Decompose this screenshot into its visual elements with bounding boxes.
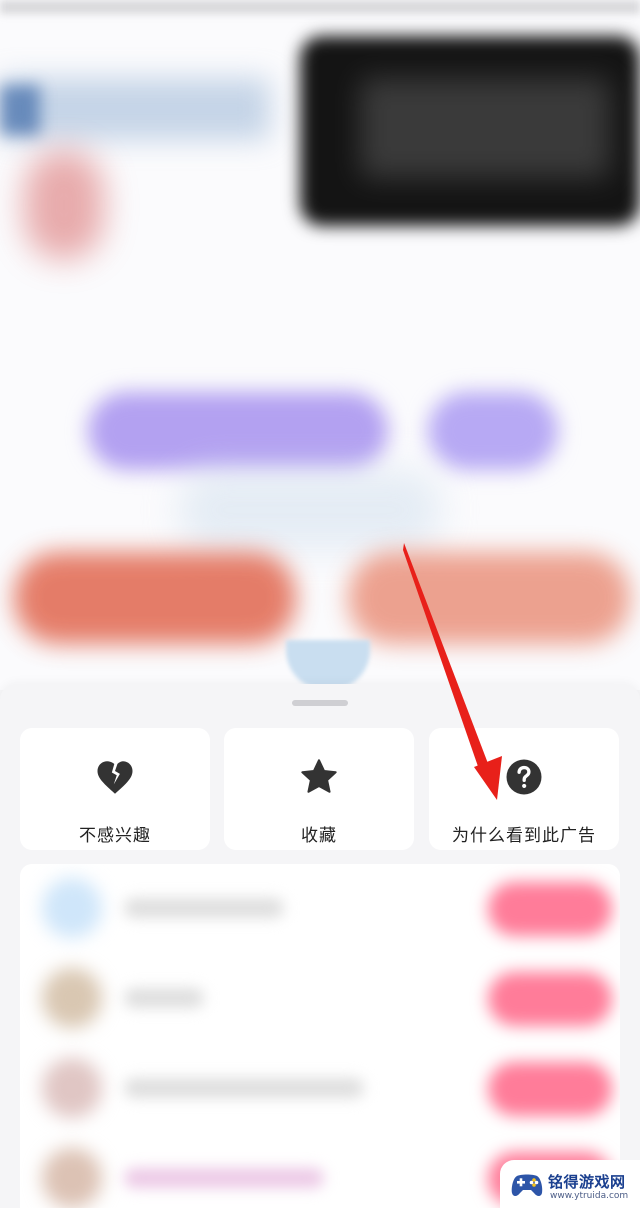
blurred-banner — [0, 78, 270, 140]
blurred-list-button — [488, 1062, 612, 1116]
gamepad-logo-icon — [511, 1174, 543, 1196]
blurred-list-button — [488, 882, 612, 936]
blurred-list-text — [124, 988, 204, 1008]
screen: 不感兴趣 收藏 为什么看到此广告 铭得游戏网 www.ytruida.com — [0, 0, 640, 1208]
favorite-label: 收藏 — [301, 826, 337, 846]
blurred-list-avatar — [42, 1148, 102, 1208]
blurred-purple-button — [88, 392, 388, 470]
blurred-list-text — [124, 898, 284, 918]
watermark-site-url: www.ytruida.com — [550, 1191, 629, 1201]
not-interested-label: 不感兴趣 — [79, 826, 151, 846]
blurred-mascot — [286, 640, 370, 690]
blurred-recommend-list — [20, 864, 620, 1208]
question-icon — [506, 759, 542, 795]
not-interested-button[interactable]: 不感兴趣 — [20, 728, 210, 850]
blurred-purple-button-small — [428, 392, 558, 470]
list-item — [20, 1044, 620, 1132]
blurred-red-button-left — [14, 552, 296, 644]
blurred-light-shape — [180, 470, 440, 550]
sheet-drag-handle[interactable] — [292, 700, 348, 706]
blurred-list-button — [488, 972, 612, 1026]
watermark: 铭得游戏网 www.ytruida.com — [500, 1160, 640, 1208]
blurred-banner-accent — [0, 85, 40, 135]
blurred-red-button-right — [348, 552, 630, 644]
blurred-video-text — [360, 78, 610, 178]
watermark-site-name: 铭得游戏网 — [548, 1173, 626, 1191]
blurred-list-avatar — [42, 1058, 102, 1118]
why-this-ad-button[interactable]: 为什么看到此广告 — [429, 728, 619, 850]
list-item — [20, 954, 620, 1042]
why-this-ad-label: 为什么看到此广告 — [452, 826, 596, 846]
status-bar — [0, 0, 640, 14]
blurred-list-text — [124, 1168, 324, 1188]
blurred-list-text — [124, 1078, 364, 1098]
star-icon — [301, 759, 337, 793]
blurred-list-avatar — [42, 878, 102, 938]
ad-options-sheet: 不感兴趣 收藏 为什么看到此广告 — [0, 684, 640, 1208]
broken-heart-icon — [97, 761, 133, 794]
list-item — [20, 864, 620, 952]
blurred-list-avatar — [42, 968, 102, 1028]
blurred-background-content — [0, 0, 640, 690]
favorite-button[interactable]: 收藏 — [224, 728, 414, 850]
blurred-avatar — [24, 150, 104, 260]
